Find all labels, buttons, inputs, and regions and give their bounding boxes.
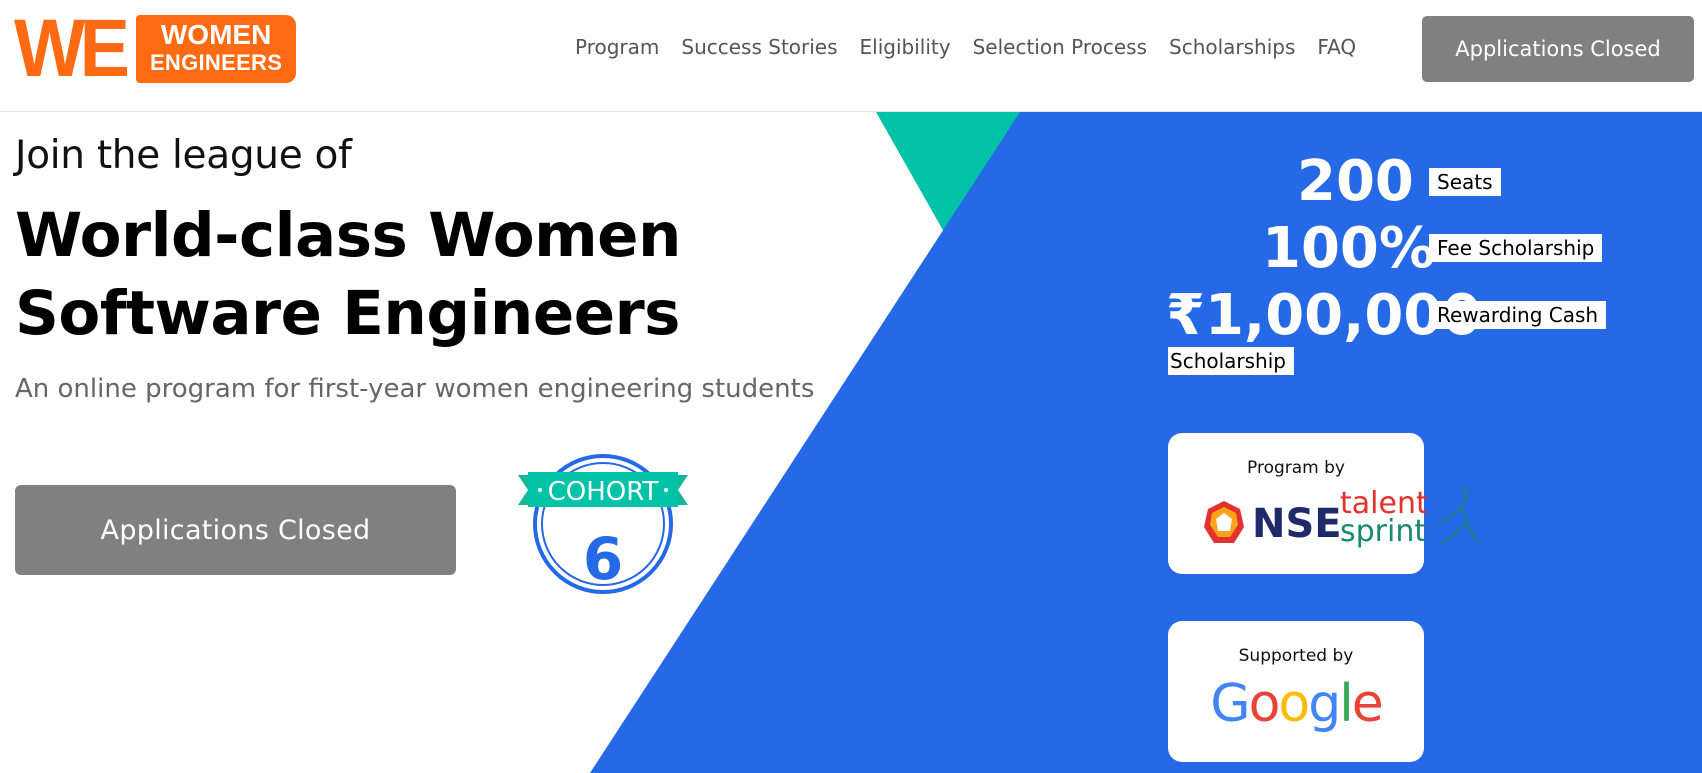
supported-by-card: Supported by Google: [1168, 621, 1424, 762]
supported-by-label: Supported by: [1238, 646, 1354, 666]
hero-subtitle: An online program for first-year women e…: [15, 374, 815, 404]
header-applications-closed-button[interactable]: Applications Closed: [1422, 16, 1694, 82]
hero-applications-closed-button[interactable]: Applications Closed: [15, 485, 456, 575]
nav-selection-process[interactable]: Selection Process: [973, 30, 1147, 64]
nav-scholarships[interactable]: Scholarships: [1169, 30, 1295, 64]
google-logo: Google: [1168, 673, 1424, 735]
nav-success-stories[interactable]: Success Stories: [681, 30, 837, 64]
logo-line-women: WOMEN: [160, 19, 272, 50]
nse-text: NSE: [1252, 501, 1342, 547]
sprint-text: sprint: [1340, 514, 1426, 549]
nse-logo-icon: NSE: [1204, 501, 1342, 547]
stat-fee-label: Fee Scholarship: [1429, 234, 1603, 262]
cohort-label: COHORT: [548, 477, 659, 507]
nav-eligibility[interactable]: Eligibility: [860, 30, 951, 64]
hero-title: World-class Women Software Engineers: [15, 200, 681, 349]
we-logo[interactable]: WE WOMEN ENGINEERS: [14, 3, 297, 94]
logo-wordmark: WOMEN ENGINEERS: [136, 15, 297, 83]
talentsprint-logo: talent sprint: [1340, 486, 1479, 549]
nav-program[interactable]: Program: [575, 30, 659, 64]
stat-cash-label-extra: Scholarship: [1168, 347, 1294, 375]
logo-line-engineers: ENGINEERS: [149, 50, 283, 75]
cohort-number: 6: [583, 525, 623, 593]
stat-seats-label: Seats: [1429, 168, 1501, 196]
program-by-card: Program by NSE talent sprint: [1168, 433, 1479, 574]
logo-we-text: WE: [14, 3, 130, 94]
google-letter: e: [1351, 674, 1384, 734]
stat-seats-value: 200: [1297, 149, 1414, 214]
google-letter: l: [1339, 674, 1354, 734]
main-nav: Program Success Stories Eligibility Sele…: [575, 30, 1378, 64]
google-letter: g: [1308, 674, 1341, 734]
stat-fee-value: 100%: [1262, 216, 1436, 281]
nav-faq[interactable]: FAQ: [1317, 30, 1356, 64]
site-header: WE WOMEN ENGINEERS Program Success Stori…: [0, 0, 1702, 112]
cohort-badge-icon: COHORT 6: [518, 454, 688, 594]
stat-cash-label: Rewarding Cash: [1429, 301, 1607, 329]
google-letter: o: [1278, 674, 1310, 734]
google-letter: o: [1248, 674, 1281, 734]
runner-icon: [1437, 488, 1479, 546]
program-by-label: Program by: [1247, 458, 1345, 478]
google-letter: G: [1210, 674, 1250, 734]
hero-pre-title: Join the league of: [15, 133, 352, 178]
